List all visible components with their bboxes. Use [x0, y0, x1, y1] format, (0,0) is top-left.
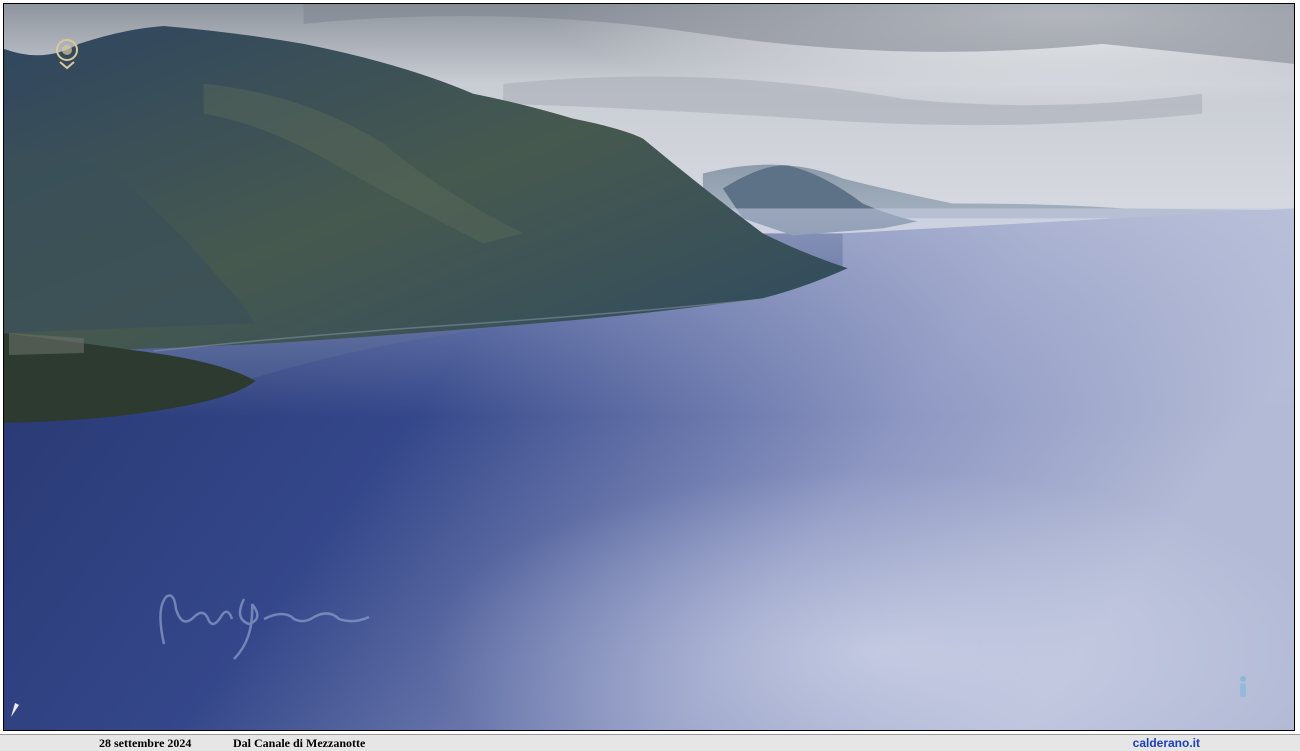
site-link[interactable]: calderano.it [1133, 736, 1200, 750]
signature-watermark [159, 594, 370, 660]
photo-caption: Dal Canale di Mezzanotte [233, 736, 366, 750]
photo-frame [3, 3, 1295, 731]
watermark-figure-icon [1240, 676, 1246, 697]
photo-date: 28 settembre 2024 [99, 736, 192, 750]
corner-pin-icon [11, 703, 19, 717]
caption-bar: 28 settembre 2024 Dal Canale di Mezzanot… [0, 734, 1300, 751]
crest-emblem-icon [56, 39, 78, 70]
